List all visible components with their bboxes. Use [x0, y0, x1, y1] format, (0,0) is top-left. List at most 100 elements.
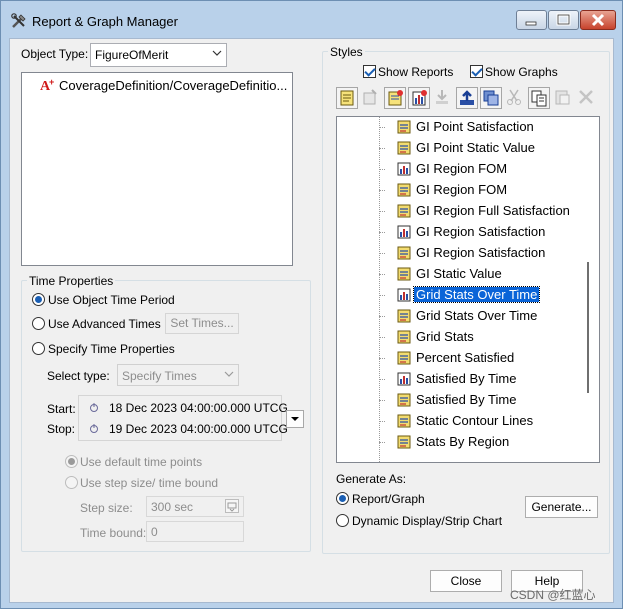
style-item[interactable]: Grid Stats Over Time	[337, 285, 582, 306]
tree-item-coverage-definition[interactable]: CoverageDefinition/CoverageDefinitio...	[59, 78, 287, 93]
minimize-icon	[525, 21, 537, 26]
new-graph-button[interactable]	[408, 87, 430, 109]
paste-button[interactable]	[552, 87, 574, 109]
properties-icon	[363, 89, 377, 105]
use-advanced-times-label: Use Advanced Times	[48, 317, 161, 331]
style-item[interactable]: GI Region FOM	[337, 159, 582, 180]
report-icon	[397, 204, 411, 218]
title-bar[interactable]: Report & Graph Manager	[1, 1, 622, 39]
style-item[interactable]: Satisfied By Time	[337, 390, 582, 411]
paste-icon	[555, 90, 570, 105]
time-properties-label: Time Properties	[27, 274, 116, 288]
use-object-time-radio[interactable]	[32, 293, 45, 306]
style-item-label: GI Region Satisfaction	[416, 245, 546, 260]
style-item[interactable]: Grid Stats Over Time	[337, 306, 582, 327]
report-graph-manager-window: Report & Graph Manager Object Type: Figu…	[0, 0, 623, 609]
show-reports-checkbox[interactable]	[363, 65, 376, 78]
style-item[interactable]: GI Point Satisfaction	[337, 117, 582, 138]
tree-connector	[379, 169, 385, 170]
style-item[interactable]: GI Region FOM	[337, 180, 582, 201]
use-step-size-label: Use step size/ time bound	[80, 476, 219, 490]
object-type-select[interactable]: FigureOfMerit	[90, 43, 227, 67]
tools-icon	[11, 13, 26, 28]
generate-as-label: Generate As:	[336, 472, 407, 486]
cut-button[interactable]	[504, 87, 526, 109]
use-object-time-label: Use Object Time Period	[48, 293, 175, 307]
report-icon	[397, 330, 411, 344]
dynamic-display-label: Dynamic Display/Strip Chart	[352, 514, 503, 528]
graph-icon	[397, 288, 411, 302]
style-item[interactable]: Stats By Region	[337, 432, 582, 453]
generate-button[interactable]: Generate...	[525, 496, 598, 518]
style-item[interactable]: Percent Satisfied	[337, 348, 582, 369]
stop-time-value[interactable]: 19 Dec 2023 04:00:00.000 UTCG	[109, 422, 288, 436]
show-graphs-checkbox[interactable]	[470, 65, 483, 78]
tree-connector	[379, 127, 385, 128]
use-default-time-points-radio[interactable]	[65, 455, 78, 468]
units-icon	[227, 502, 237, 512]
scrollbar-thumb[interactable]	[587, 262, 589, 393]
properties-button[interactable]	[360, 87, 382, 109]
show-reports-label: Show Reports	[378, 65, 454, 79]
object-tree[interactable]: A + CoverageDefinition/CoverageDefinitio…	[21, 72, 293, 266]
delete-button[interactable]	[576, 87, 598, 109]
time-options-button[interactable]	[286, 410, 304, 428]
set-times-button[interactable]: Set Times...	[165, 313, 239, 334]
export-button[interactable]	[456, 87, 478, 109]
new-style-button[interactable]	[336, 87, 358, 109]
chevron-down-icon	[212, 50, 222, 56]
time-bound-label: Time bound:	[80, 526, 147, 540]
report-icon	[397, 246, 411, 260]
step-size-value: 300 sec	[151, 500, 194, 514]
style-item-label: Satisfied By Time	[416, 392, 517, 407]
tree-connector	[379, 421, 385, 422]
report-icon	[397, 414, 411, 428]
minimize-button[interactable]	[516, 10, 547, 30]
style-item-label: GI Point Static Value	[416, 140, 535, 155]
start-time-value[interactable]: 18 Dec 2023 04:00:00.000 UTCG	[109, 401, 288, 415]
tree-connector	[379, 442, 385, 443]
use-advanced-times-radio[interactable]	[32, 317, 45, 330]
style-item[interactable]: Static Contour Lines	[337, 411, 582, 432]
specify-time-properties-radio[interactable]	[32, 342, 45, 355]
graph-icon	[397, 225, 411, 239]
step-size-units-button[interactable]	[225, 499, 239, 513]
new-report-button[interactable]	[384, 87, 406, 109]
delete-icon	[579, 90, 593, 104]
style-item[interactable]: GI Point Static Value	[337, 138, 582, 159]
scissors-icon	[507, 89, 521, 105]
vertical-scrollbar[interactable]	[583, 117, 599, 462]
styles-tree[interactable]: GI Point Satisfaction GI Point Static Val…	[336, 116, 600, 463]
object-type-value: FigureOfMerit	[95, 48, 169, 62]
watermark: CSDN @红蓝心	[510, 588, 596, 602]
style-item[interactable]: GI Region Satisfaction	[337, 243, 582, 264]
time-icon	[90, 424, 98, 433]
svg-text:+: +	[49, 77, 54, 87]
style-item[interactable]: GI Static Value	[337, 264, 582, 285]
tree-connector	[379, 253, 385, 254]
report-graph-radio[interactable]	[336, 492, 349, 505]
dynamic-display-radio[interactable]	[336, 514, 349, 527]
copy-icon	[531, 90, 547, 107]
style-item[interactable]: Grid Stats	[337, 327, 582, 348]
tree-connector	[379, 400, 385, 401]
use-step-size-radio[interactable]	[65, 476, 78, 489]
time-icon	[90, 403, 98, 412]
style-item-label: Grid Stats Over Time	[412, 286, 541, 303]
tree-connector	[379, 358, 385, 359]
style-item[interactable]: Satisfied By Time	[337, 369, 582, 390]
style-item[interactable]: GI Region Full Satisfaction	[337, 201, 582, 222]
close-button[interactable]: Close	[430, 570, 502, 592]
tree-connector	[379, 274, 385, 275]
select-type-dropdown[interactable]: Specify Times	[117, 364, 239, 386]
close-window-button[interactable]	[580, 10, 616, 30]
copy-button[interactable]	[528, 87, 550, 109]
time-bound-input[interactable]: 0	[146, 521, 244, 542]
tree-connector	[379, 316, 385, 317]
style-item[interactable]: GI Region Satisfaction	[337, 222, 582, 243]
style-item-label: Static Contour Lines	[416, 413, 534, 428]
duplicate-button[interactable]	[480, 87, 502, 109]
maximize-button[interactable]	[548, 10, 579, 30]
report-star-icon	[388, 90, 403, 106]
import-button[interactable]	[432, 87, 454, 109]
